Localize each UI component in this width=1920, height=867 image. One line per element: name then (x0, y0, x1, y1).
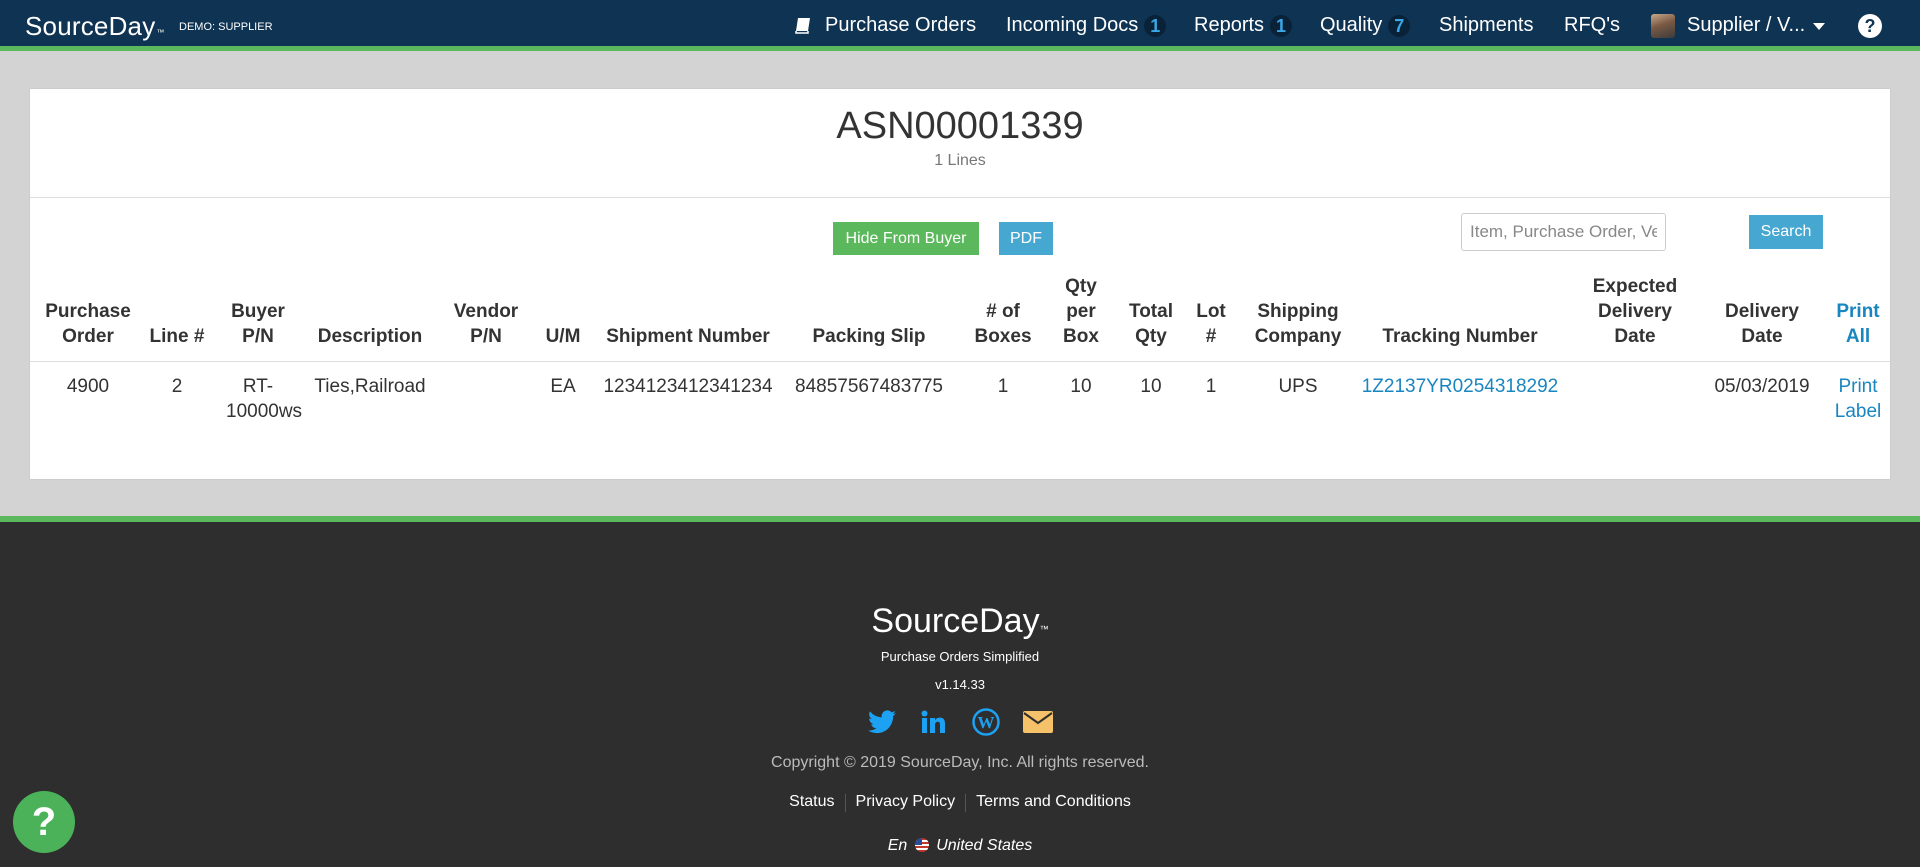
print-label-link[interactable]: Print Label (1830, 374, 1886, 424)
terms-link[interactable]: Terms and Conditions (966, 793, 1141, 812)
cell-purchase-order: 4900 (66, 376, 110, 397)
quality-badge: 7 (1388, 14, 1411, 37)
wordpress-icon[interactable]: W (970, 706, 1002, 738)
help-icon[interactable]: ? (1858, 14, 1882, 38)
social-links: W (0, 706, 1920, 738)
footer-tagline: Purchase Orders Simplified (880, 649, 1040, 664)
header-line: Line # (149, 326, 205, 347)
footer-logo: SourceDay™ (871, 602, 1049, 640)
incoming-docs-badge: 1 (1144, 14, 1167, 37)
header-lot: Lot # (1196, 301, 1226, 347)
shipment-panel: ASN00001339 1 Lines Hide From Buyer PDF … (29, 88, 1891, 480)
svg-text:W: W (978, 713, 995, 732)
nav-shipments[interactable]: Shipments (1439, 0, 1534, 51)
cell-shipping-company: UPS (1278, 376, 1318, 397)
lines-count: 1 Lines (934, 152, 986, 169)
header-buyer-pn: Buyer P/N (231, 301, 285, 347)
book-icon (795, 18, 810, 34)
hide-from-buyer-button[interactable]: Hide From Buyer (833, 222, 979, 255)
tracking-number-link[interactable]: 1Z2137YR0254318292 (1360, 374, 1560, 399)
search-button[interactable]: Search (1749, 215, 1823, 249)
privacy-policy-link[interactable]: Privacy Policy (846, 793, 966, 812)
header-divider (30, 361, 1890, 362)
header-delivery-date: Delivery Date (1725, 301, 1799, 347)
top-navbar: SourceDay™ DEMO: SUPPLIER Purchase Order… (0, 0, 1920, 51)
cell-boxes: 1 (997, 376, 1009, 397)
status-link[interactable]: Status (779, 793, 844, 812)
header-qty-per-box: Qty per Box (1063, 276, 1099, 347)
header-vendor-pn: Vendor P/N (453, 301, 519, 347)
cell-um: EA (550, 376, 576, 397)
brand-logo[interactable]: SourceDay™ (25, 11, 165, 42)
us-flag-icon (914, 838, 929, 852)
copyright: Copyright © 2019 SourceDay, Inc. All rig… (771, 754, 1149, 771)
caret-down-icon (1813, 23, 1826, 30)
nav-reports[interactable]: Reports 1 (1194, 0, 1293, 51)
page-title: ASN00001339 (836, 105, 1084, 147)
pdf-button[interactable]: PDF (999, 222, 1053, 255)
print-all-link[interactable]: Print All (1830, 274, 1886, 349)
locale-selector[interactable]: En United States (0, 837, 1920, 855)
nav-incoming-docs[interactable]: Incoming Docs 1 (1006, 0, 1167, 51)
help-chat-button[interactable]: ? (13, 791, 75, 853)
header-description: Description (317, 326, 423, 347)
cell-description: Ties,Railroad (314, 376, 426, 397)
nav-purchase-orders[interactable]: Purchase Orders (795, 0, 976, 51)
cell-total-qty: 10 (1140, 376, 1162, 397)
cell-shipment-number: 1234123412341234 (603, 376, 773, 397)
footer: SourceDay™ Purchase Orders Simplified v1… (0, 516, 1920, 867)
nav-rfqs[interactable]: RFQ's (1564, 0, 1620, 51)
header-shipment-number: Shipment Number (606, 326, 770, 347)
cell-delivery-date: 05/03/2019 (1714, 376, 1810, 397)
footer-version: v1.14.33 (935, 677, 985, 692)
header-tracking-number: Tracking Number (1382, 326, 1538, 347)
cell-lot: 1 (1205, 376, 1217, 397)
header-expected-delivery-date: Expected Delivery Date (1592, 276, 1678, 347)
footer-links: Status Privacy Policy Terms and Conditio… (0, 793, 1920, 812)
divider (30, 197, 1890, 198)
twitter-icon[interactable] (866, 706, 898, 738)
demo-mode-label: DEMO: SUPPLIER (179, 21, 273, 33)
cell-qty-per-box: 10 (1070, 376, 1092, 397)
reports-badge: 1 (1270, 14, 1293, 37)
linkedin-icon[interactable] (918, 706, 950, 738)
cell-buyer-pn: RT-10000ws (226, 376, 303, 422)
user-menu[interactable]: Supplier / V... (1651, 0, 1826, 51)
cell-line: 2 (171, 376, 183, 397)
avatar (1651, 13, 1675, 38)
header-shipping-company: Shipping Company (1254, 301, 1342, 347)
header-total-qty: Total Qty (1129, 301, 1173, 347)
header-um: U/M (545, 326, 581, 347)
header-purchase-order: Purchase Order (45, 301, 131, 347)
nav-quality[interactable]: Quality 7 (1320, 0, 1411, 51)
search-input[interactable] (1461, 213, 1666, 251)
header-boxes: # of Boxes (974, 301, 1032, 347)
email-icon[interactable] (1022, 706, 1054, 738)
header-packing-slip: Packing Slip (812, 326, 926, 347)
cell-packing-slip: 84857567483775 (795, 376, 943, 397)
